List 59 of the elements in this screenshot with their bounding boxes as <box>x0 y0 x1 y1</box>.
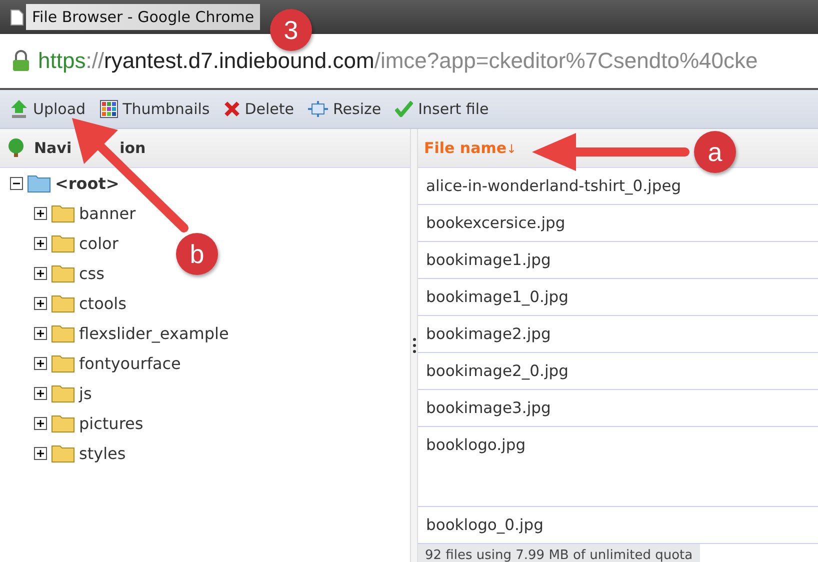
folder-icon <box>51 203 75 223</box>
file-name[interactable]: booklogo_0.jpg <box>426 516 544 534</box>
file-name[interactable]: bookimage3.jpg <box>426 399 551 417</box>
file-name[interactable]: bookimage2.jpg <box>426 325 551 343</box>
folder-icon <box>27 173 51 193</box>
folder-label[interactable]: ctools <box>79 294 126 312</box>
file-name[interactable]: bookimage1_0.jpg <box>426 288 568 306</box>
folder-icon <box>51 323 75 343</box>
folder-icon <box>51 383 75 403</box>
folder-label[interactable]: flexslider_example <box>79 324 229 342</box>
minus-icon[interactable] <box>10 176 23 190</box>
file-name[interactable]: bookimage1.jpg <box>426 251 551 269</box>
plus-icon[interactable] <box>34 236 47 250</box>
plus-icon[interactable] <box>34 446 47 460</box>
plus-icon[interactable] <box>34 326 47 340</box>
folder-label[interactable]: fontyourface <box>79 354 181 372</box>
file-name[interactable]: bookexcersice.jpg <box>426 214 566 232</box>
folder-label[interactable]: color <box>79 234 118 252</box>
folder-label[interactable]: js <box>79 384 92 402</box>
resize-button[interactable]: Resize <box>308 100 382 118</box>
plus-icon[interactable] <box>34 386 47 400</box>
upload-icon <box>10 99 28 119</box>
tree-icon <box>6 138 26 158</box>
folder-label[interactable]: css <box>79 264 104 282</box>
insert-button[interactable]: Insert file <box>395 100 489 118</box>
upload-button[interactable]: Upload <box>10 99 86 119</box>
status-text: 92 files using 7.99 MB of unlimited quota <box>418 544 700 562</box>
folder-icon <box>51 413 75 433</box>
resize-icon <box>308 101 328 117</box>
folder-icon <box>51 353 75 373</box>
folder-icon <box>51 443 75 463</box>
folder-label[interactable]: styles <box>79 444 126 462</box>
file-name[interactable]: booklogo.jpg <box>426 436 526 454</box>
page-icon <box>10 8 24 26</box>
folder-label[interactable]: banner <box>79 204 136 222</box>
panel-title: ion <box>120 139 146 157</box>
check-icon <box>395 101 414 117</box>
folder-icon <box>51 293 75 313</box>
callout-badge: 3 <box>270 9 312 51</box>
plus-icon[interactable] <box>34 266 47 280</box>
plus-icon[interactable] <box>34 206 47 220</box>
plus-icon[interactable] <box>34 416 47 430</box>
plus-icon[interactable] <box>34 356 47 370</box>
file-name[interactable]: alice-in-wonderland-tshirt_0.jpeg <box>426 177 682 195</box>
folder-label[interactable]: pictures <box>79 414 144 432</box>
thumbnails-button[interactable]: Thumbnails <box>100 100 210 118</box>
lock-icon <box>12 50 30 72</box>
thumbnails-icon <box>100 100 118 118</box>
panel-title: Navi <box>34 139 72 157</box>
window-title: File Browser - Google Chrome <box>26 4 260 30</box>
callout-badge: b <box>176 233 218 275</box>
file-name[interactable]: bookimage2_0.jpg <box>426 362 568 380</box>
address-field[interactable]: https://ryantest.d7.indiebound.com/imce?app=ckeditor%7Csendto%40cke <box>38 48 758 74</box>
delete-icon <box>224 101 240 117</box>
plus-icon[interactable] <box>34 296 47 310</box>
folder-icon <box>51 263 75 283</box>
folder-label[interactable]: <root> <box>55 174 120 192</box>
folder-icon <box>51 233 75 253</box>
delete-button[interactable]: Delete <box>224 100 294 118</box>
